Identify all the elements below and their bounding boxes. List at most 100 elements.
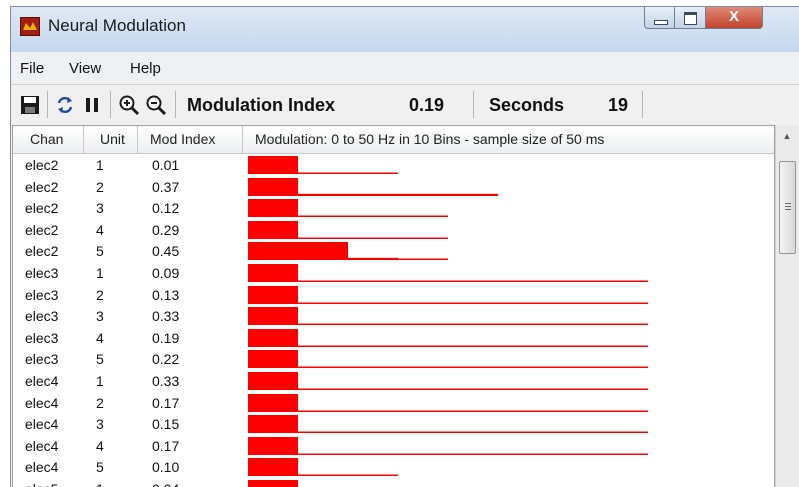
cell-mod: 0.19 — [152, 329, 180, 346]
toolbar-separator — [473, 91, 474, 118]
histogram-bin — [448, 302, 498, 304]
table-row[interactable]: elec4 4 0.17 — [13, 435, 774, 457]
cell-unit: 3 — [96, 308, 104, 325]
histogram-bin — [298, 237, 348, 239]
histogram-bin — [398, 193, 448, 196]
grip-line — [785, 209, 791, 210]
modulation-histogram — [248, 328, 648, 347]
scroll-thumb[interactable] — [779, 161, 796, 254]
histogram-bin — [348, 410, 398, 412]
histogram-bin — [398, 258, 448, 261]
modulation-index-value: 0.19 — [409, 95, 445, 115]
histogram-bin — [548, 431, 598, 434]
histogram-bin — [298, 431, 348, 434]
histogram-bin — [248, 436, 298, 455]
cell-chan: elec3 — [25, 286, 59, 303]
histogram-bin — [598, 366, 648, 369]
table-row[interactable]: elec3 5 0.22 — [13, 348, 774, 370]
app-window: Neural Modulation X File View Help Modul… — [10, 6, 799, 487]
table-row[interactable]: elec2 2 0.37 — [13, 176, 774, 198]
column-header-mod-index[interactable]: Mod Index — [138, 126, 243, 153]
table-row[interactable]: elec2 3 0.12 — [13, 197, 774, 219]
modulation-histogram — [248, 285, 648, 304]
cell-mod: 0.22 — [152, 351, 180, 368]
histogram-bin — [498, 366, 548, 369]
table-row[interactable]: elec3 1 0.09 — [13, 262, 774, 284]
histogram-bin — [348, 280, 398, 282]
pause-icon[interactable] — [81, 94, 103, 116]
cell-mod: 0.45 — [152, 243, 180, 260]
close-button[interactable]: X — [706, 7, 763, 29]
table-row[interactable]: elec4 2 0.17 — [13, 392, 774, 414]
cell-unit: 2 — [96, 394, 104, 411]
cell-unit: 5 — [96, 351, 104, 368]
grip-line — [785, 203, 791, 204]
modulation-histogram — [248, 480, 298, 487]
zoom-in-icon[interactable] — [118, 94, 140, 116]
histogram-bin — [498, 388, 548, 390]
histogram-bin — [448, 280, 498, 282]
histogram-bin — [598, 410, 648, 412]
histogram-bin — [498, 345, 548, 347]
window-title: Neural Modulation — [48, 16, 186, 35]
histogram-bin — [298, 193, 348, 196]
histogram-bin — [298, 172, 348, 174]
histogram-bin — [298, 410, 348, 412]
column-header-chan[interactable]: Chan — [13, 126, 84, 153]
refresh-icon[interactable] — [54, 94, 76, 116]
zoom-out-icon[interactable] — [145, 94, 167, 116]
histogram-bin — [448, 323, 498, 326]
close-icon: X — [728, 8, 739, 25]
modulation-histogram — [248, 156, 398, 174]
cell-chan: elec4 — [25, 394, 59, 411]
histogram-bin — [398, 453, 448, 455]
table-row[interactable]: elec3 3 0.33 — [13, 305, 774, 327]
histogram-bin — [548, 388, 598, 390]
histogram-bin — [448, 453, 498, 455]
table-row[interactable]: elec3 4 0.19 — [13, 327, 774, 349]
table-body: elec2 1 0.01 elec2 2 0.37 elec2 3 0.12 elec2 4 0.29… — [13, 154, 774, 487]
cell-unit: 4 — [96, 329, 104, 346]
histogram-bin — [298, 388, 348, 390]
menu-view[interactable]: View — [69, 60, 101, 77]
column-header-unit[interactable]: Unit — [84, 126, 138, 153]
histogram-bin — [448, 431, 498, 434]
scroll-up-arrow-icon[interactable]: ▲ — [779, 131, 795, 145]
table-row[interactable]: elec2 1 0.01 — [13, 154, 774, 176]
table-row[interactable]: elec4 5 0.10 — [13, 456, 774, 478]
table-row[interactable]: elec4 1 0.33 — [13, 370, 774, 392]
column-header-modulation[interactable]: Modulation: 0 to 50 Hz in 10 Bins - samp… — [243, 126, 774, 153]
histogram-bin — [248, 328, 298, 347]
menu-help[interactable]: Help — [130, 60, 161, 77]
histogram-bin — [498, 323, 548, 326]
cell-chan: elec4 — [25, 416, 59, 433]
table-row[interactable]: elec4 3 0.15 — [13, 413, 774, 435]
histogram-bin — [548, 323, 598, 326]
histogram-bin — [348, 258, 398, 261]
histogram-bin — [398, 431, 448, 434]
histogram-bin — [348, 345, 398, 347]
title-bar[interactable]: Neural Modulation X — [11, 7, 799, 52]
vertical-scrollbar[interactable]: ▲ — [775, 125, 799, 487]
minimize-button[interactable] — [644, 7, 675, 29]
modulation-histogram — [248, 199, 448, 218]
histogram-bin — [598, 431, 648, 434]
cell-unit: 4 — [96, 437, 104, 454]
save-icon[interactable] — [19, 94, 41, 116]
maximize-button[interactable] — [675, 7, 706, 29]
histogram-bin — [248, 415, 298, 434]
histogram-bin — [248, 480, 298, 487]
histogram-bin — [398, 280, 448, 282]
cell-chan: elec3 — [25, 329, 59, 346]
table-row[interactable]: elec3 2 0.13 — [13, 284, 774, 306]
cell-chan: elec4 — [25, 373, 59, 389]
table-row[interactable]: elec5 1 0.04 — [13, 478, 774, 487]
cell-mod: 0.01 — [152, 157, 180, 173]
histogram-bin — [298, 453, 348, 455]
table-row[interactable]: elec2 5 0.45 — [13, 240, 774, 262]
cell-chan: elec4 — [25, 459, 59, 476]
cell-chan: elec2 — [25, 157, 59, 173]
modulation-histogram — [248, 393, 648, 412]
table-row[interactable]: elec2 4 0.29 — [13, 219, 774, 241]
menu-file[interactable]: File — [20, 60, 44, 77]
